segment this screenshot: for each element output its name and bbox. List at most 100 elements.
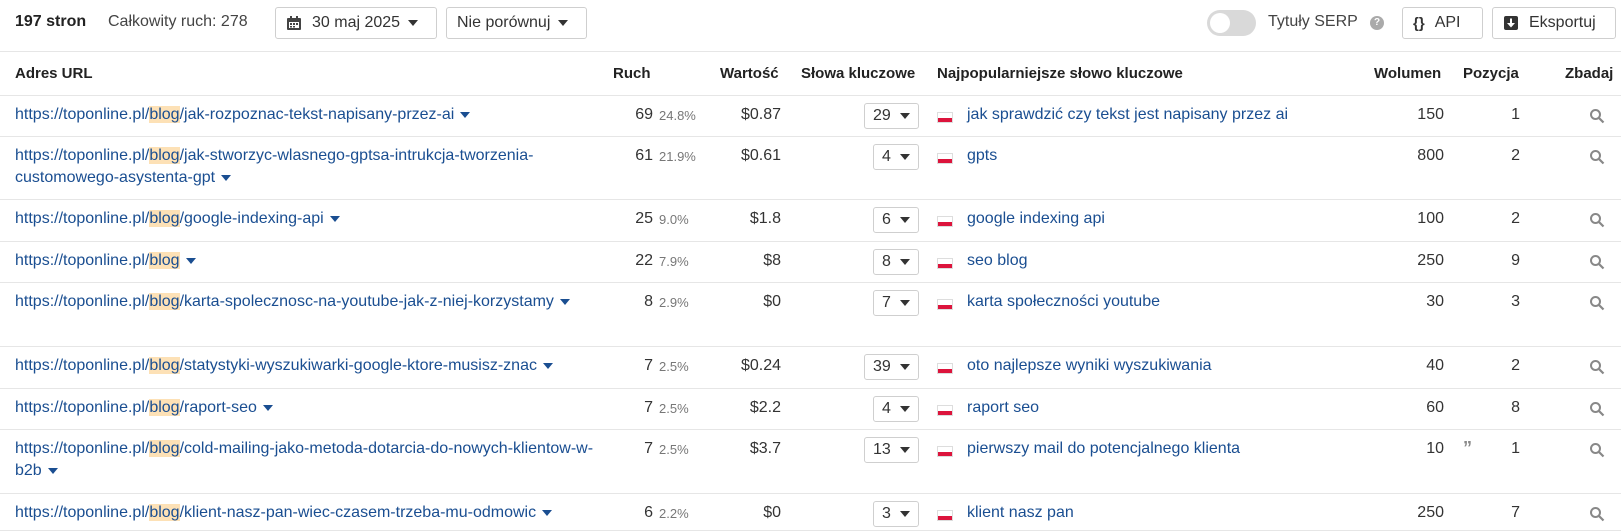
traffic-value-cost: $8 bbox=[763, 252, 781, 269]
search-icon[interactable] bbox=[1589, 359, 1605, 375]
chevron-down-icon bbox=[408, 20, 419, 26]
traffic-value-cost: $2.2 bbox=[749, 399, 781, 416]
column-traffic[interactable]: Ruch bbox=[613, 65, 651, 82]
search-icon[interactable] bbox=[1589, 108, 1605, 124]
traffic-value-cost: $0.24 bbox=[740, 357, 781, 374]
keywords-dropdown[interactable]: 4 bbox=[873, 396, 919, 422]
api-label: API bbox=[1434, 14, 1461, 31]
url-rest: /statystyki-wyszukiwarki-google-ktore-mu… bbox=[179, 357, 537, 374]
keywords-dropdown[interactable]: 13 bbox=[864, 437, 919, 463]
keywords-dropdown[interactable]: 6 bbox=[873, 207, 919, 233]
flag-red bbox=[938, 515, 952, 520]
url-prefix: https://toponline.pl/ bbox=[15, 252, 150, 269]
top-keyword-link[interactable]: jak sprawdzić czy tekst jest napisany pr… bbox=[967, 106, 1288, 124]
traffic-percent: 2.2% bbox=[659, 506, 689, 521]
url-link[interactable]: https://toponline.pl/blog/cold-mailing-j… bbox=[15, 438, 600, 482]
table-row: https://toponline.pl/blog 22 7.9% $8 8 seo bl… bbox=[0, 242, 1621, 283]
keywords-dropdown[interactable]: 8 bbox=[873, 249, 919, 275]
top-keyword-link[interactable]: seo blog bbox=[967, 252, 1028, 270]
chevron-down-icon[interactable] bbox=[542, 362, 553, 369]
keywords-count: 13 bbox=[873, 441, 891, 458]
search-icon[interactable] bbox=[1589, 506, 1605, 522]
keywords-dropdown[interactable]: 39 bbox=[864, 354, 919, 380]
poland-flag-icon bbox=[937, 258, 953, 269]
url-link[interactable]: https://toponline.pl/blog/google-indexin… bbox=[15, 208, 600, 230]
top-keyword-link[interactable]: karta społeczności youtube bbox=[967, 293, 1160, 311]
url-link[interactable]: https://toponline.pl/blog/raport-seo bbox=[15, 397, 600, 419]
compare-dropdown[interactable]: Nie porównuj bbox=[446, 7, 587, 39]
volume-value: 250 bbox=[1417, 504, 1444, 521]
traffic-value-cost: $1.8 bbox=[749, 210, 781, 227]
position-value: 2 bbox=[1511, 147, 1520, 164]
traffic-value-cost: $3.7 bbox=[749, 440, 781, 457]
url-link[interactable]: https://toponline.pl/blog/statystyki-wys… bbox=[15, 355, 600, 377]
chevron-down-icon[interactable] bbox=[542, 509, 553, 516]
chevron-down-icon[interactable] bbox=[47, 467, 58, 474]
traffic-value: 69 bbox=[635, 106, 653, 123]
column-top-keyword[interactable]: Najpopularniejsze słowo kluczowe bbox=[937, 65, 1183, 82]
keywords-count: 4 bbox=[882, 148, 891, 165]
top-keyword-link[interactable]: google indexing api bbox=[967, 210, 1105, 228]
search-icon[interactable] bbox=[1589, 254, 1605, 270]
top-keyword-link[interactable]: klient nasz pan bbox=[967, 504, 1074, 522]
chevron-down-icon[interactable] bbox=[185, 257, 196, 264]
top-keyword-link[interactable]: oto najlepsze wyniki wyszukiwania bbox=[967, 357, 1212, 375]
chevron-down-icon[interactable] bbox=[460, 111, 471, 118]
keywords-dropdown[interactable]: 4 bbox=[873, 144, 919, 170]
url-highlight: blog bbox=[149, 210, 180, 227]
date-picker-button[interactable]: 30 maj 2025 bbox=[275, 7, 437, 39]
top-keyword-link[interactable]: pierwszy mail do potencjalnego klienta bbox=[967, 440, 1240, 458]
keywords-dropdown[interactable]: 29 bbox=[864, 103, 919, 129]
top-keyword-link[interactable]: gpts bbox=[967, 147, 997, 165]
url-link[interactable]: https://toponline.pl/blog/karta-spoleczn… bbox=[15, 291, 600, 313]
poland-flag-icon bbox=[937, 216, 953, 227]
api-button[interactable]: {} API bbox=[1402, 7, 1483, 39]
position-value: 8 bbox=[1511, 399, 1520, 416]
url-link[interactable]: https://toponline.pl/blog/klient-nasz-pa… bbox=[15, 502, 600, 524]
search-icon[interactable] bbox=[1589, 212, 1605, 228]
url-prefix: https://toponline.pl/ bbox=[15, 440, 150, 457]
url-link[interactable]: https://toponline.pl/blog/jak-rozpoznac-… bbox=[15, 104, 600, 126]
keywords-dropdown[interactable]: 3 bbox=[873, 501, 919, 527]
search-icon[interactable] bbox=[1589, 401, 1605, 417]
url-link[interactable]: https://toponline.pl/blog bbox=[15, 250, 600, 272]
export-button[interactable]: Eksportuj bbox=[1492, 7, 1616, 39]
top-keyword-link[interactable]: raport seo bbox=[967, 399, 1039, 417]
serp-titles-toggle[interactable] bbox=[1207, 10, 1256, 36]
search-icon[interactable] bbox=[1589, 295, 1605, 311]
column-url[interactable]: Adres URL bbox=[15, 65, 93, 82]
keywords-count: 39 bbox=[873, 358, 891, 375]
traffic-value: 61 bbox=[635, 147, 653, 164]
traffic-value: 6 bbox=[644, 504, 653, 521]
keywords-count: 29 bbox=[873, 107, 891, 124]
download-icon bbox=[1504, 16, 1518, 30]
poland-flag-icon bbox=[937, 510, 953, 521]
column-keywords[interactable]: Słowa kluczowe bbox=[801, 65, 915, 82]
search-icon[interactable] bbox=[1589, 149, 1605, 165]
url-highlight: blog bbox=[149, 106, 180, 123]
column-value[interactable]: Wartość bbox=[720, 65, 779, 82]
volume-value: 250 bbox=[1417, 252, 1444, 269]
url-link[interactable]: https://toponline.pl/blog/jak-stworzyc-w… bbox=[15, 145, 600, 189]
keywords-count: 6 bbox=[882, 211, 891, 228]
position-value: 3 bbox=[1511, 293, 1520, 310]
url-highlight: blog bbox=[149, 399, 180, 416]
keywords-dropdown[interactable]: 7 bbox=[873, 290, 919, 316]
chevron-down-icon[interactable] bbox=[221, 174, 232, 181]
toolbar: 197 stron Całkowity ruch: 278 30 maj 202… bbox=[0, 0, 1621, 52]
chevron-down-icon[interactable] bbox=[559, 298, 570, 305]
chevron-down-icon[interactable] bbox=[329, 215, 340, 222]
chevron-down-icon[interactable] bbox=[262, 404, 273, 411]
traffic-value: 8 bbox=[644, 293, 653, 310]
column-position[interactable]: Pozycja bbox=[1463, 65, 1519, 82]
position-value: 2 bbox=[1511, 357, 1520, 374]
serp-titles-label: Tytuły SERP bbox=[1268, 13, 1358, 30]
keywords-count: 3 bbox=[882, 505, 891, 522]
search-icon[interactable] bbox=[1589, 442, 1605, 458]
table-row: https://toponline.pl/blog/raport-seo 7 2.5… bbox=[0, 389, 1621, 430]
export-label: Eksportuj bbox=[1529, 14, 1596, 31]
poland-flag-icon bbox=[937, 299, 953, 310]
help-icon[interactable]: ? bbox=[1370, 16, 1384, 30]
column-volume[interactable]: Wolumen bbox=[1374, 65, 1441, 82]
flag-red bbox=[938, 304, 952, 309]
